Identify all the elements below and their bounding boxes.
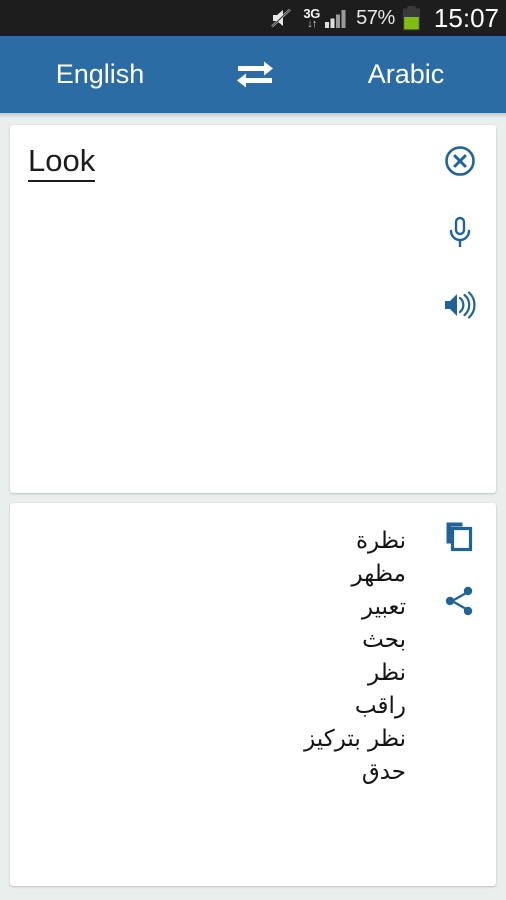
copy-icon [444, 520, 476, 559]
voice-input-button[interactable] [438, 213, 482, 257]
list-item[interactable]: راقب [30, 690, 406, 723]
listen-button[interactable] [438, 285, 482, 329]
clear-icon [444, 145, 476, 182]
share-button[interactable] [438, 581, 482, 625]
status-bar-icons: 3G ↓↑ 57% 15:07 [270, 0, 499, 36]
network-type-indicator: 3G ↓↑ [303, 7, 320, 30]
list-item[interactable]: حدق [30, 756, 406, 789]
list-item[interactable]: نظر بتركيز [30, 723, 406, 756]
status-bar: 3G ↓↑ 57% 15:07 [0, 0, 506, 36]
source-text-input[interactable]: Look [28, 143, 96, 183]
signal-bars-icon [325, 8, 349, 28]
action-bar-shadow [0, 113, 506, 118]
battery-icon [402, 5, 421, 31]
source-language-button[interactable]: English [0, 59, 218, 90]
list-item[interactable]: نظرة [30, 525, 406, 558]
result-card-actions [438, 517, 482, 625]
translation-list: نظرة مظهر تعبير بحث نظر راقب نظر بتركيز … [30, 525, 406, 789]
mute-speaker-icon [270, 7, 296, 29]
result-card[interactable]: نظرة مظهر تعبير بحث نظر راقب نظر بتركيز … [10, 503, 496, 886]
microphone-icon [445, 216, 475, 255]
list-item[interactable]: بحث [30, 624, 406, 657]
network-activity-arrows: ↓↑ [307, 17, 317, 30]
list-item[interactable]: تعبير [30, 591, 406, 624]
battery-percent-label: 57% [356, 6, 395, 29]
speaker-icon [443, 290, 477, 325]
list-item[interactable]: نظر [30, 657, 406, 690]
clear-button[interactable] [438, 141, 482, 185]
status-bar-clock: 15:07 [433, 2, 499, 33]
copy-button[interactable] [438, 517, 482, 561]
input-card-actions [438, 141, 482, 329]
app-screen: 3G ↓↑ 57% 15:07 English Arabic Look نظرة… [0, 0, 506, 900]
swap-languages-button[interactable] [218, 56, 292, 93]
target-language-button[interactable]: Arabic [292, 59, 506, 90]
share-icon [444, 586, 476, 621]
swap-arrows-icon [234, 56, 276, 93]
language-action-bar: English Arabic [0, 36, 506, 113]
input-card[interactable]: Look [10, 125, 496, 493]
list-item[interactable]: مظهر [30, 558, 406, 591]
